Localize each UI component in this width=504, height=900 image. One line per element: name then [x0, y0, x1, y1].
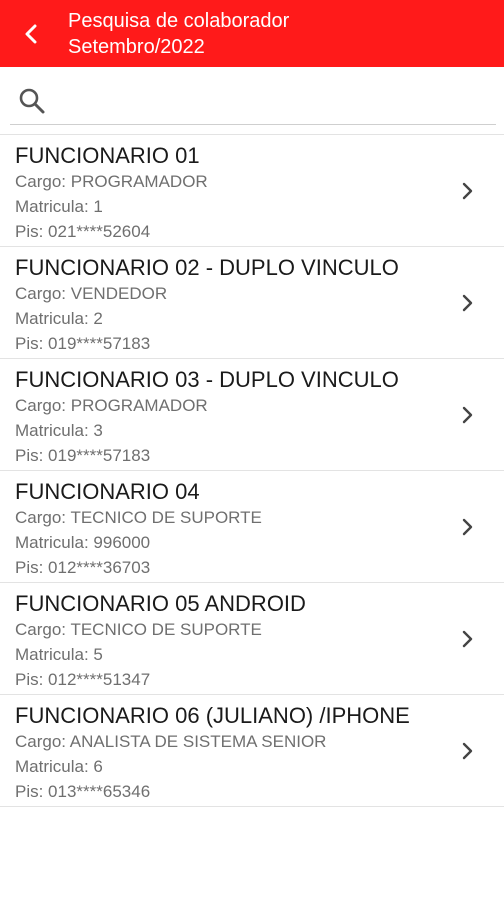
- search-icon[interactable]: [14, 83, 50, 119]
- chevron-right-icon: [460, 292, 476, 314]
- search-input[interactable]: [50, 82, 496, 120]
- employee-cargo: Cargo: PROGRAMADOR: [15, 396, 208, 415]
- list-item-text: FUNCIONARIO 06 (JULIANO) /IPHONE Cargo: …: [15, 703, 435, 804]
- toolbar-title-block: Pesquisa de colaborador Setembro/2022: [68, 8, 289, 60]
- chevron-left-icon: [24, 24, 38, 44]
- employee-cargo: Cargo: PROGRAMADOR: [15, 172, 208, 191]
- list-item-text: FUNCIONARIO 01 Cargo: PROGRAMADOR Matric…: [15, 143, 435, 244]
- app-toolbar: Pesquisa de colaborador Setembro/2022: [0, 0, 504, 67]
- chevron-right-icon: [460, 628, 476, 650]
- employee-name: FUNCIONARIO 02 - DUPLO VINCULO: [15, 255, 399, 280]
- employee-matricula: Matricula: 1: [15, 197, 103, 216]
- employee-name: FUNCIONARIO 04: [15, 479, 200, 504]
- page-subtitle: Setembro/2022: [68, 35, 205, 58]
- employee-name: FUNCIONARIO 03 - DUPLO VINCULO: [15, 367, 399, 392]
- chevron-right-icon: [460, 404, 476, 426]
- employee-list-item[interactable]: FUNCIONARIO 01 Cargo: PROGRAMADOR Matric…: [0, 135, 504, 247]
- back-button[interactable]: [0, 0, 62, 67]
- page-title: Pesquisa de colaborador: [68, 9, 290, 32]
- employee-list: FUNCIONARIO 01 Cargo: PROGRAMADOR Matric…: [0, 134, 504, 807]
- list-item-text: FUNCIONARIO 05 ANDROID Cargo: TECNICO DE…: [15, 591, 435, 692]
- employee-pis: Pis: 019****57183: [15, 334, 151, 353]
- employee-list-item[interactable]: FUNCIONARIO 04 Cargo: TECNICO DE SUPORTE…: [0, 471, 504, 583]
- list-item-text: FUNCIONARIO 03 - DUPLO VINCULO Cargo: PR…: [15, 367, 435, 468]
- chevron-right-icon: [460, 516, 476, 538]
- chevron-right-icon: [460, 180, 476, 202]
- employee-name: FUNCIONARIO 06 (JULIANO) /IPHONE: [15, 703, 410, 728]
- search-bar: [10, 78, 496, 125]
- employee-list-item[interactable]: FUNCIONARIO 03 - DUPLO VINCULO Cargo: PR…: [0, 359, 504, 471]
- employee-cargo: Cargo: TECNICO DE SUPORTE: [15, 620, 262, 639]
- employee-matricula: Matricula: 3: [15, 421, 103, 440]
- employee-cargo: Cargo: ANALISTA DE SISTEMA SENIOR: [15, 732, 327, 751]
- employee-pis: Pis: 013****65346: [15, 782, 151, 801]
- employee-pis: Pis: 012****51347: [15, 670, 151, 689]
- employee-list-item[interactable]: FUNCIONARIO 05 ANDROID Cargo: TECNICO DE…: [0, 583, 504, 695]
- list-item-text: FUNCIONARIO 04 Cargo: TECNICO DE SUPORTE…: [15, 479, 435, 580]
- employee-pis: Pis: 012****36703: [15, 558, 151, 577]
- employee-name: FUNCIONARIO 05 ANDROID: [15, 591, 306, 616]
- employee-cargo: Cargo: TECNICO DE SUPORTE: [15, 508, 262, 527]
- employee-pis: Pis: 021****52604: [15, 222, 151, 241]
- app-screen: Pesquisa de colaborador Setembro/2022 FU…: [0, 0, 504, 900]
- chevron-right-icon: [460, 740, 476, 762]
- employee-matricula: Matricula: 6: [15, 757, 103, 776]
- employee-pis: Pis: 019****57183: [15, 446, 151, 465]
- list-item-text: FUNCIONARIO 02 - DUPLO VINCULO Cargo: VE…: [15, 255, 435, 356]
- employee-list-item[interactable]: FUNCIONARIO 02 - DUPLO VINCULO Cargo: VE…: [0, 247, 504, 359]
- employee-matricula: Matricula: 2: [15, 309, 103, 328]
- employee-name: FUNCIONARIO 01: [15, 143, 200, 168]
- employee-list-item[interactable]: FUNCIONARIO 06 (JULIANO) /IPHONE Cargo: …: [0, 695, 504, 807]
- employee-cargo: Cargo: VENDEDOR: [15, 284, 168, 303]
- employee-matricula: Matricula: 5: [15, 645, 103, 664]
- employee-matricula: Matricula: 996000: [15, 533, 151, 552]
